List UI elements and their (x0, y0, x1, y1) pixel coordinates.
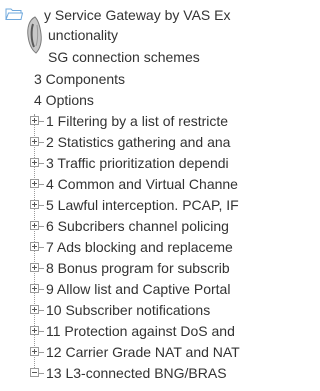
tree-item[interactable]: 11 Protection against DoS and (0, 321, 281, 341)
tree-item[interactable]: 6 Subcribers channel policing (0, 216, 281, 236)
tree-item[interactable]: 1 Filtering by a list of restricte (0, 111, 281, 131)
tree-item[interactable]: 2 Statistics gathering and ana (0, 132, 281, 152)
tree-item-functionality[interactable]: unctionality (48, 25, 118, 45)
tree-item[interactable]: 4 Common and Virtual Channe (0, 174, 281, 194)
tree-item-label: 6 Subcribers channel policing (46, 218, 229, 234)
tree-item[interactable]: 3 Traffic prioritization dependi (0, 153, 281, 173)
tree-connector (39, 247, 44, 248)
tree-item-label: 3 Traffic prioritization dependi (46, 155, 229, 171)
tree-item-label: 4 Options (34, 92, 94, 108)
options-tree: y Service Gateway by VAS Ex unctionality… (0, 0, 281, 391)
tree-item-label: 4 Common and Virtual Channe (46, 176, 238, 192)
tree-item[interactable]: 7 Ads blocking and replaceme (0, 237, 281, 257)
tree-item-label: 7 Ads blocking and replaceme (46, 239, 233, 255)
tree-item-label: 3 Components (34, 71, 126, 87)
tree-connector (39, 352, 44, 353)
tree-connector (39, 331, 44, 332)
tree-item[interactable]: 9 Allow list and Captive Portal (0, 279, 281, 299)
tree-connector (39, 205, 44, 206)
tree-item[interactable]: 13 L3-connected BNG/BRAS (0, 363, 281, 383)
folder-open-icon[interactable] (5, 7, 24, 21)
tree-connector (39, 268, 44, 269)
tree-connector (39, 121, 44, 122)
tree-item-label: 1 Filtering by a list of restricte (46, 113, 229, 129)
tree-item-label: 5 Lawful interception. PCAP, IF (46, 197, 239, 213)
tree-item[interactable]: 5 Lawful interception. PCAP, IF (0, 195, 281, 215)
tree-item-label: 8 Bonus program for subscrib (46, 260, 230, 276)
tree-item-label: SG connection schemes (48, 49, 200, 65)
tree-item-gateway[interactable]: y Service Gateway by VAS Ex (44, 5, 230, 25)
tree-item-label: 12 Carrier Grade NAT and NAT (46, 344, 240, 360)
tree-item[interactable]: 10 Subscriber notifications (0, 300, 281, 320)
tree-item[interactable]: 12 Carrier Grade NAT and NAT (0, 342, 281, 362)
tree-item-connection-schemes[interactable]: SG connection schemes (48, 47, 200, 67)
tree-item-components[interactable]: 3 Components (34, 69, 125, 89)
tree-connector (39, 226, 44, 227)
drag-cursor-icon (24, 16, 46, 54)
tree-connector (39, 163, 44, 164)
tree-connector (39, 289, 44, 290)
tree-item-label: 2 Statistics gathering and ana (46, 134, 231, 150)
tree-connector (39, 373, 44, 374)
tree-item-label: unctionality (48, 27, 119, 43)
tree-item-label: y Service Gateway by VAS Ex (44, 7, 231, 23)
tree-connector (39, 310, 44, 311)
tree-item[interactable]: 8 Bonus program for subscrib (0, 258, 281, 278)
tree-item-options[interactable]: 4 Options (34, 90, 94, 110)
tree-connector (39, 142, 44, 143)
tree-item-label: 13 L3-connected BNG/BRAS (46, 365, 227, 381)
tree-item-label: 9 Allow list and Captive Portal (46, 281, 231, 297)
tree-item-label: 11 Protection against DoS and (46, 323, 235, 339)
tree-connector (39, 184, 44, 185)
tree-item-label: 10 Subscriber notifications (46, 302, 211, 318)
